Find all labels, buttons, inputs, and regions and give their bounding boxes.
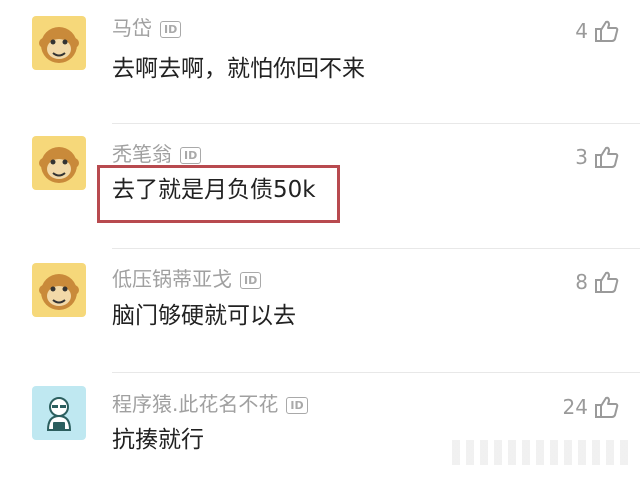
username-text: 低压锅蒂亚戈 (112, 267, 232, 291)
monkey-avatar-icon (39, 147, 79, 183)
username[interactable]: 低压锅蒂亚戈 ID (112, 267, 262, 291)
user-avatar[interactable] (32, 136, 86, 190)
id-badge: ID (160, 20, 182, 38)
like-count: 3 (575, 145, 588, 169)
thumbs-up-icon (595, 20, 619, 42)
comment-text: 抗揍就行 (112, 427, 204, 453)
comment-text: 脑门够硬就可以去 (112, 303, 296, 329)
like-count: 24 (562, 395, 588, 419)
username[interactable]: 秃笔翁 ID (112, 142, 202, 166)
thumbs-up-icon (595, 146, 619, 168)
watermark (452, 440, 632, 465)
like-count: 8 (575, 270, 588, 294)
thumbs-up-icon (595, 271, 619, 293)
id-badge: ID (240, 271, 262, 289)
monkey-avatar-icon (39, 27, 79, 63)
like-count: 4 (575, 19, 588, 43)
user-avatar[interactable] (32, 263, 86, 317)
like-button[interactable]: 8 (575, 269, 620, 295)
comment-text: 去了就是月负债50k (112, 177, 316, 203)
monkey-avatar-icon (39, 274, 79, 310)
comment-text: 去啊去啊，就怕你回不来 (112, 56, 365, 82)
id-badge: ID (180, 146, 202, 164)
username-text: 马岱 (112, 16, 152, 40)
coder-avatar-icon (46, 397, 72, 431)
user-avatar[interactable] (32, 386, 86, 440)
like-button[interactable]: 3 (575, 144, 620, 170)
id-badge: ID (286, 396, 308, 414)
comment-item: 马岱 ID 去啊去啊，就怕你回不来 4 (0, 0, 640, 123)
username-text: 程序猿.此花名不花 (112, 392, 279, 416)
comment-list: 马岱 ID 去啊去啊，就怕你回不来 4 秃笔翁 ID 去了就是月负债50k 3 … (0, 0, 640, 481)
username-text: 秃笔翁 (112, 142, 172, 166)
thumbs-up-icon (595, 396, 619, 418)
like-button[interactable]: 24 (563, 394, 620, 420)
comment-item: 秃笔翁 ID 去了就是月负债50k 3 (0, 124, 640, 247)
like-button[interactable]: 4 (575, 18, 620, 44)
username[interactable]: 马岱 ID (112, 16, 182, 40)
comment-item: 低压锅蒂亚戈 ID 脑门够硬就可以去 8 (0, 249, 640, 372)
user-avatar[interactable] (32, 16, 86, 70)
username[interactable]: 程序猿.此花名不花 ID (112, 394, 308, 414)
